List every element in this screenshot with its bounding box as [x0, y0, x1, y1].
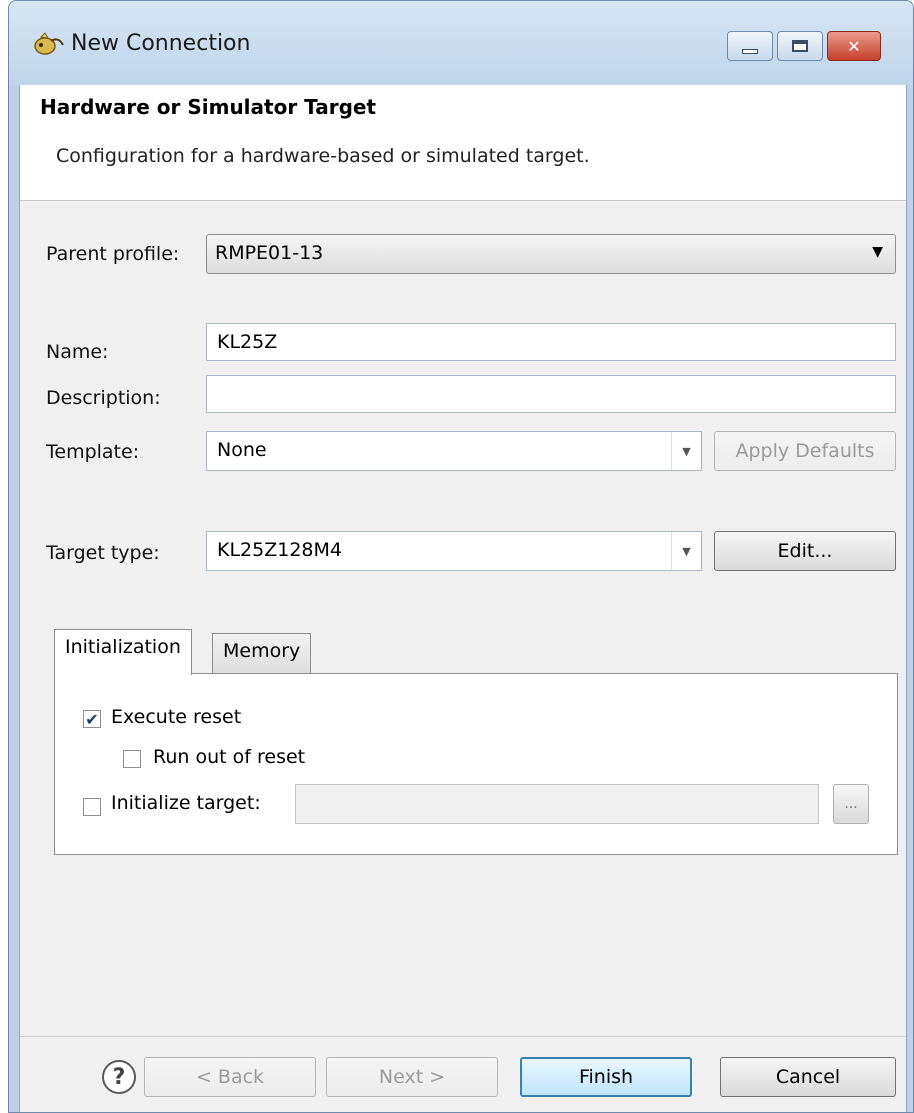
dropdown-arrow-icon: ▼	[872, 244, 883, 260]
browse-button[interactable]: ...	[833, 784, 869, 824]
maximize-button[interactable]	[777, 31, 823, 61]
cancel-button-label: Cancel	[775, 1066, 841, 1088]
edit-button[interactable]: Edit...	[714, 531, 896, 571]
template-value: None	[217, 439, 267, 461]
execute-reset-label: Execute reset	[111, 706, 242, 728]
target-type-dropdown-icon[interactable]: ▼	[671, 532, 701, 570]
target-type-combo[interactable]: KL25Z128M4 ▼	[206, 531, 702, 571]
execute-reset-checkbox[interactable]: ✔	[83, 709, 101, 729]
run-out-of-reset-checkbox[interactable]	[123, 750, 141, 768]
maximize-icon	[792, 40, 808, 52]
next-button-label: Next >	[378, 1066, 446, 1088]
parent-profile-label: Parent profile:	[46, 243, 180, 265]
run-out-of-reset-label: Run out of reset	[153, 746, 306, 768]
parent-profile-select[interactable]: RMPE01-13 ▼	[206, 234, 896, 274]
tab-memory[interactable]: Memory	[212, 633, 312, 673]
target-type-label: Target type:	[46, 542, 160, 564]
minimize-icon	[742, 48, 758, 54]
minimize-button[interactable]	[727, 31, 773, 61]
page-title: Hardware or Simulator Target	[40, 95, 377, 119]
footer-separator	[20, 1036, 906, 1037]
initialization-panel: ✔ Execute reset Run out of reset Initial…	[54, 673, 898, 855]
help-icon[interactable]: ?	[102, 1060, 136, 1094]
parent-profile-value: RMPE01-13	[215, 242, 324, 264]
close-button[interactable]: ✕	[827, 31, 881, 61]
window-title: New Connection	[71, 31, 251, 56]
initialize-target-checkbox[interactable]	[83, 798, 101, 816]
tab-initialization[interactable]: Initialization	[54, 629, 192, 675]
next-button[interactable]: Next >	[326, 1057, 498, 1097]
target-type-value: KL25Z128M4	[217, 539, 342, 561]
initialize-target-path-input[interactable]	[295, 784, 819, 824]
template-dropdown-icon[interactable]: ▼	[671, 432, 701, 470]
description-label: Description:	[46, 387, 161, 409]
eclipse-app-icon	[34, 32, 64, 55]
description-input[interactable]	[206, 375, 896, 413]
finish-button[interactable]: Finish	[520, 1057, 692, 1097]
cancel-button[interactable]: Cancel	[720, 1057, 896, 1097]
finish-button-label: Finish	[578, 1066, 634, 1088]
initialize-target-label: Initialize target:	[111, 792, 261, 814]
back-button[interactable]: < Back	[144, 1057, 316, 1097]
back-button-label: < Back	[195, 1066, 265, 1088]
dialog-window: New Connection ✕ Hardware or Simulator T…	[8, 0, 914, 1113]
dialog-client-area: Hardware or Simulator Target Configurati…	[19, 85, 907, 1112]
title-bar: New Connection ✕	[9, 1, 913, 85]
checkmark-icon: ✔	[85, 709, 99, 729]
close-icon: ✕	[847, 36, 861, 56]
template-label: Template:	[46, 441, 140, 463]
template-combo[interactable]: None ▼	[206, 431, 702, 471]
header-banner: Hardware or Simulator Target Configurati…	[20, 85, 906, 201]
page-description: Configuration for a hardware-based or si…	[56, 145, 590, 167]
apply-defaults-button[interactable]: Apply Defaults	[714, 431, 896, 471]
name-input[interactable]: KL25Z	[206, 323, 896, 361]
name-label: Name:	[46, 341, 109, 363]
